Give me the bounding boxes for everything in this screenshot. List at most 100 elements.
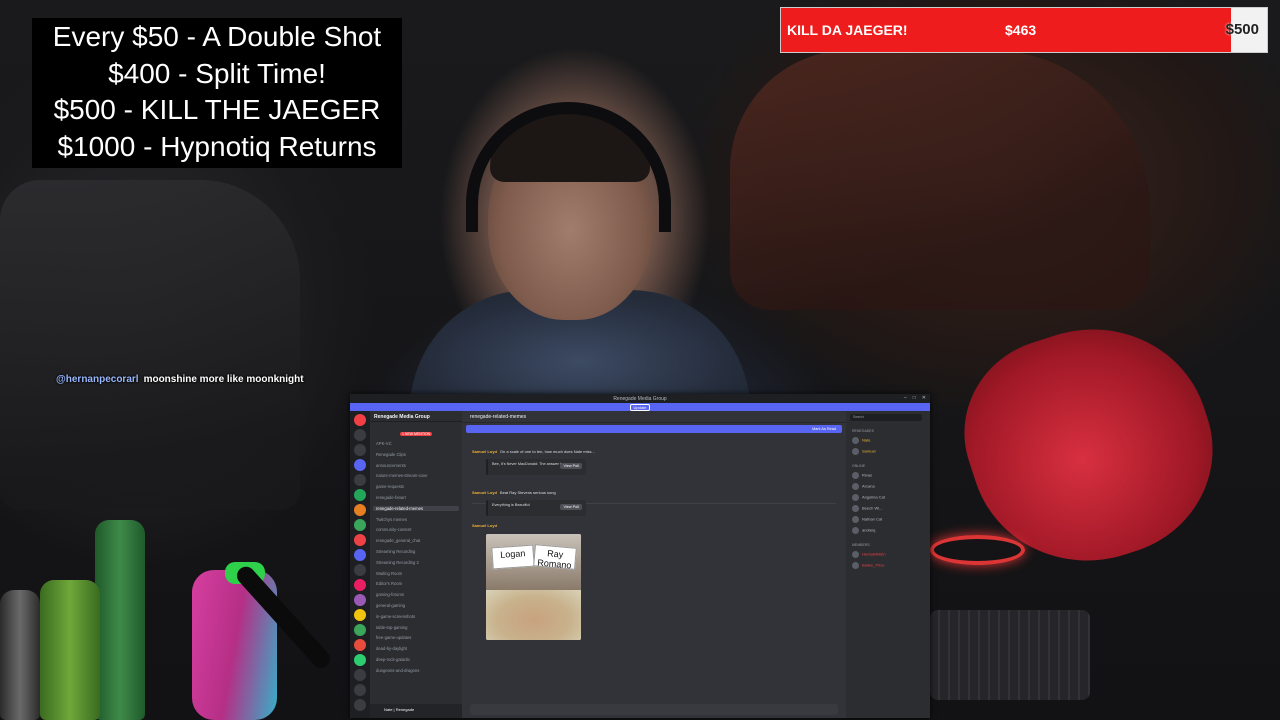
member-item[interactable]: Nathan Cat	[852, 516, 882, 523]
poll-embed: Bee, It's Never MacDonald: The answer is…	[486, 459, 586, 475]
channel-item[interactable]: Waiting Room	[376, 571, 402, 576]
window-titlebar[interactable]: Renegade Media Group – □ ✕	[350, 394, 930, 403]
member-group-heading: Renegades	[852, 429, 874, 433]
member-item[interactable]: Arcana	[852, 483, 875, 490]
mention-badge[interactable]: 1 NEW MENTION	[400, 432, 433, 436]
mark-read-button[interactable]: Mark As Read	[812, 427, 836, 431]
channel-item[interactable]: announcements	[376, 463, 406, 468]
server-icon[interactable]	[354, 489, 366, 501]
channel-item[interactable]: community-content	[376, 527, 411, 532]
channel-item[interactable]: renegade_general_chat	[376, 538, 420, 543]
user-panel[interactable]: Nate | Renegade	[370, 704, 462, 718]
poll-embed: Everything is Beautiful View Poll	[486, 500, 586, 516]
gaming-chair-right	[730, 50, 1150, 310]
discord-window[interactable]: Renegade Media Group – □ ✕ Update Renega…	[350, 394, 930, 718]
channel-item[interactable]: dead-by-daylight	[376, 646, 407, 651]
member-item[interactable]: Samuel	[852, 448, 876, 455]
user-panel-name: Nate | Renegade	[384, 707, 415, 712]
member-item[interactable]: Rivas	[852, 472, 872, 479]
keyboard	[930, 610, 1090, 700]
avatar	[852, 494, 859, 501]
member-item[interactable]: Nate	[852, 437, 870, 444]
server-icon[interactable]	[354, 699, 366, 711]
minimize-icon[interactable]: –	[904, 395, 907, 401]
server-icon[interactable]	[354, 594, 366, 606]
server-icon[interactable]	[354, 684, 366, 696]
channel-item[interactable]: dungeons-and-dragons	[376, 668, 419, 673]
channel-item[interactable]: nature-memes-stream-cove	[376, 473, 427, 478]
channel-item[interactable]: gaming-forums	[376, 592, 404, 597]
member-item[interactable]: Bailee_Price	[852, 562, 884, 569]
server-icon[interactable]	[354, 549, 366, 561]
member-item[interactable]: Beech Wi...	[852, 505, 882, 512]
chat-text: moonshine more like moonknight	[143, 374, 304, 385]
server-name[interactable]: Renegade Media Group	[370, 411, 462, 422]
message-input[interactable]	[470, 704, 838, 715]
member-name: andreiq	[862, 527, 876, 533]
window-title: Renegade Media Group	[613, 395, 667, 402]
new-messages-bar[interactable]: Mark As Read	[466, 425, 842, 433]
member-item[interactable]: Angelina Cat	[852, 494, 885, 501]
gaming-chair-left	[0, 180, 300, 510]
member-list: Search Renegades Nate Samuel Online Rivas Arc…	[846, 411, 930, 718]
close-icon[interactable]: ✕	[922, 395, 926, 401]
server-icon[interactable]	[354, 654, 366, 666]
server-icon[interactable]	[354, 579, 366, 591]
update-banner: Update	[350, 403, 930, 411]
channel-item[interactable]: Streaming Recording 2	[376, 560, 419, 565]
server-icon[interactable]	[354, 414, 366, 426]
channel-item[interactable]: table-top-gaming	[376, 625, 407, 630]
channel-item[interactable]: Editor's Room	[376, 581, 402, 586]
member-name: Bailee_Price	[862, 562, 885, 568]
server-icon[interactable]	[354, 609, 366, 621]
chat-username: @hernanpecorarl	[56, 374, 139, 385]
server-icon[interactable]	[354, 534, 366, 546]
goal-line: $1000 - Hypnotiq Returns	[57, 130, 377, 162]
update-button[interactable]: Update	[629, 403, 651, 411]
maximize-icon[interactable]: □	[913, 395, 916, 401]
server-icon[interactable]	[354, 519, 366, 531]
server-icon[interactable]	[354, 639, 366, 651]
member-name: HerbalsR8Zn	[862, 551, 886, 557]
meme-card-left: Logan	[491, 544, 535, 570]
server-icon[interactable]	[354, 624, 366, 636]
server-icon[interactable]	[354, 504, 366, 516]
channel-item[interactable]: general-gaming	[376, 603, 405, 608]
member-name: Arcana	[862, 483, 875, 489]
server-icon[interactable]	[354, 669, 366, 681]
member-item[interactable]: andreiq	[852, 527, 875, 534]
window-controls: – □ ✕	[904, 395, 926, 401]
server-icon[interactable]	[354, 429, 366, 441]
channel-item[interactable]: Streaming Recording	[376, 549, 415, 554]
view-poll-button[interactable]: View Poll	[560, 504, 582, 510]
channel-item[interactable]: in-game-screenshots	[376, 614, 415, 619]
channel-item[interactable]: game-requests	[376, 484, 404, 489]
message-author[interactable]: Samuel Loyd	[472, 449, 497, 454]
donation-current-amount: $463	[1005, 22, 1037, 38]
channel-item[interactable]: Renegade Clips	[376, 452, 406, 457]
message: Samuel Loyd Beat Ray Stevens serious song	[472, 490, 836, 495]
avatar	[852, 448, 859, 455]
channel-item[interactable]: free-game-updates	[376, 635, 411, 640]
message-text: On a scale of one to ten, how much does …	[499, 449, 595, 454]
meme-image[interactable]: Logan Ray Romano	[486, 534, 581, 640]
channel-item[interactable]: deep-rock-galactic	[376, 657, 410, 662]
channel-item[interactable]: Twitchys memes	[376, 517, 407, 522]
goal-line: $400 - Split Time!	[108, 57, 326, 89]
view-poll-button[interactable]: View Poll	[560, 463, 582, 469]
member-item[interactable]: HerbalsR8Zn	[852, 551, 886, 558]
server-icon[interactable]	[354, 444, 366, 456]
server-icon[interactable]	[354, 474, 366, 486]
server-list	[350, 411, 370, 718]
member-name: Rivas	[862, 472, 873, 478]
message-author[interactable]: Samuel Loyd	[472, 523, 497, 528]
liquor-bottle	[40, 580, 100, 720]
message-author[interactable]: Samuel Loyd	[472, 490, 497, 495]
server-icon[interactable]	[354, 564, 366, 576]
avatar	[852, 516, 859, 523]
channel-item[interactable]: renegade-related-memes	[373, 505, 459, 511]
channel-item[interactable]: APK-VC	[376, 441, 392, 446]
server-icon[interactable]	[354, 459, 366, 471]
channel-item[interactable]: renegade-fanart	[376, 495, 406, 500]
search-input[interactable]: Search	[850, 414, 922, 421]
